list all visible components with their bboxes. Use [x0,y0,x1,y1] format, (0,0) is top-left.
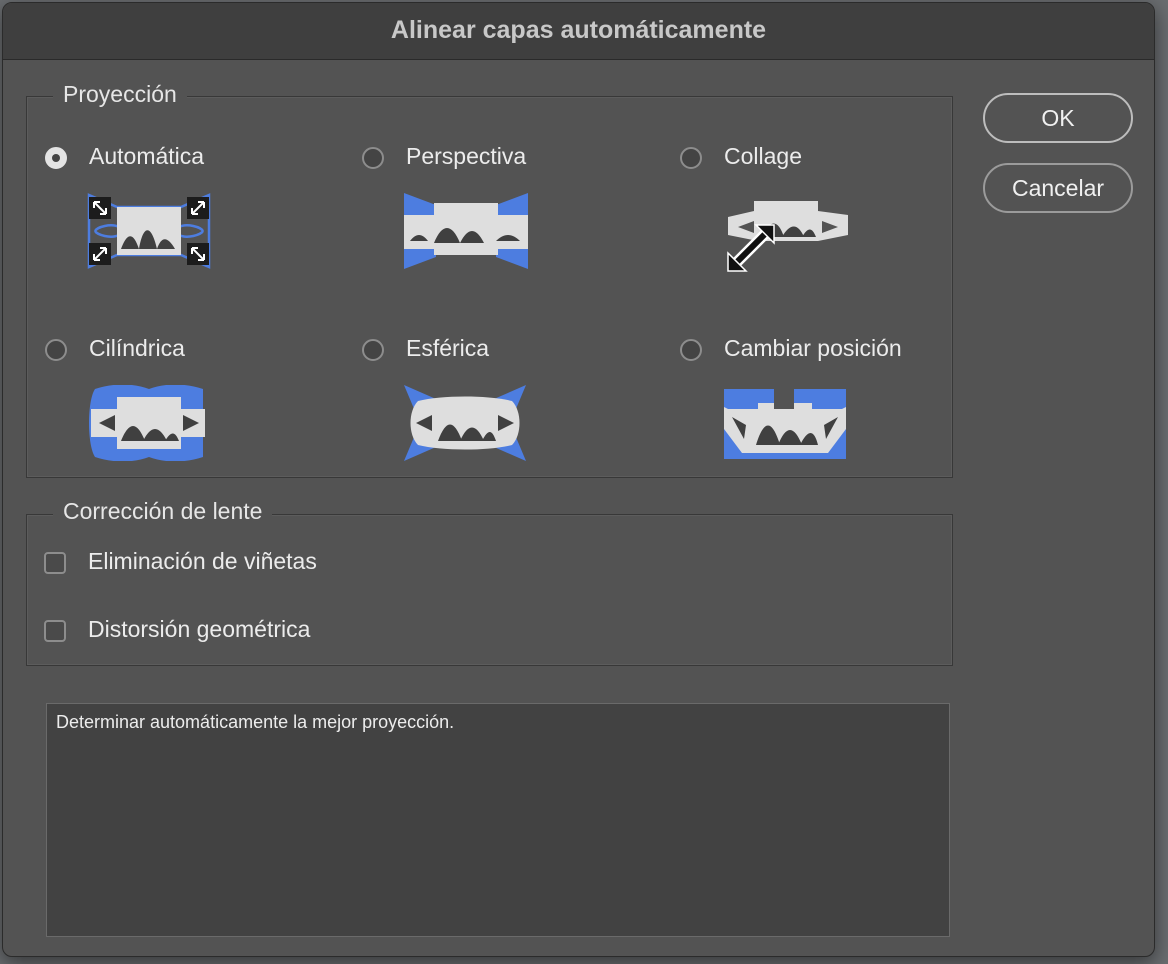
vignette-checkbox[interactable] [44,552,66,574]
description-text: Determinar automáticamente la mejor proy… [56,712,455,732]
radio-reposition[interactable] [680,339,702,361]
cylindrical-projection-icon [89,385,205,461]
ok-button[interactable]: OK [983,93,1133,143]
radio-reposition-label: Cambiar posición [724,335,902,361]
title-bar[interactable]: Alinear capas automáticamente [3,3,1154,60]
radio-reposition-option[interactable]: Cambiar posición [680,335,940,465]
radio-auto[interactable] [45,147,67,169]
radio-cylindrical-option[interactable]: Cilíndrica [45,335,285,465]
radio-collage[interactable] [680,147,702,169]
spherical-projection-icon [404,385,526,461]
distortion-checkbox[interactable] [44,620,66,642]
auto-projection-icon [87,193,211,269]
radio-spherical-label: Esférica [406,335,490,361]
radio-auto-label: Automática [89,143,205,169]
perspective-projection-icon [404,193,528,269]
reposition-projection-icon [724,389,846,459]
vignette-option[interactable]: Eliminación de viñetas [44,548,364,580]
cancel-button[interactable]: Cancelar [983,163,1133,213]
radio-perspective-label: Perspectiva [406,143,527,169]
vignette-label: Eliminación de viñetas [88,548,317,574]
description-box: Determinar automáticamente la mejor proy… [46,703,950,937]
radio-collage-label: Collage [724,143,802,169]
radio-perspective-option[interactable]: Perspectiva [362,143,602,273]
radio-auto-option[interactable]: Automática [45,143,285,273]
radio-spherical-option[interactable]: Esférica [362,335,602,465]
radio-perspective[interactable] [362,147,384,169]
projection-legend: Proyección [53,81,187,108]
collage-projection-icon [727,201,848,272]
auto-align-dialog: Alinear capas automáticamente Proyección… [2,2,1155,957]
radio-spherical[interactable] [362,339,384,361]
radio-cylindrical[interactable] [45,339,67,361]
distortion-label: Distorsión geométrica [88,616,311,642]
radio-collage-option[interactable]: Collage [680,143,920,273]
radio-cylindrical-label: Cilíndrica [89,335,185,361]
distortion-option[interactable]: Distorsión geométrica [44,616,364,648]
dialog-title: Alinear capas automáticamente [390,16,767,44]
lens-correction-legend: Corrección de lente [53,498,273,525]
